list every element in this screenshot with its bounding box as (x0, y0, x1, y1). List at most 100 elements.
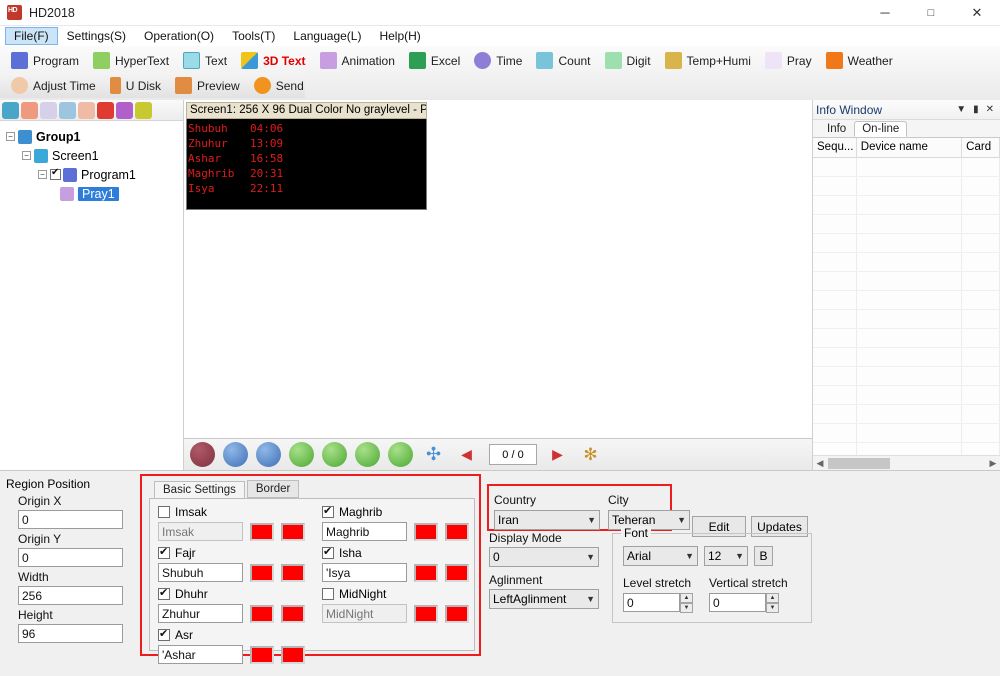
imsak-name-input[interactable] (158, 522, 243, 541)
vertical-stretch-spin-buttons[interactable]: ▲ ▼ (766, 593, 779, 613)
ribbon-send-button[interactable]: Send (247, 74, 311, 97)
info-horizontal-scrollbar[interactable]: ◀ ▶ (813, 455, 1000, 470)
ribbon-text-button[interactable]: Text (176, 49, 234, 72)
spin-up-icon[interactable]: ▲ (680, 593, 693, 603)
column-card[interactable]: Card (962, 138, 1000, 157)
ribbon-weather-button[interactable]: Weather (819, 49, 900, 72)
prayer-asr-checkbox-row[interactable]: Asr (158, 626, 311, 643)
asr-checkbox[interactable] (158, 627, 170, 641)
menu-help[interactable]: Help(H) (370, 27, 429, 45)
maghrib-color1-swatch[interactable] (414, 522, 438, 541)
tree-node-checkbox[interactable] (50, 167, 61, 180)
copy-screen-icon[interactable] (21, 101, 38, 119)
midnight-checkbox[interactable] (322, 587, 334, 600)
prayer-fajr-checkbox-row[interactable]: Fajr (158, 544, 311, 561)
pin-icon[interactable]: ▮ (973, 104, 979, 115)
isha-checkbox[interactable] (322, 545, 334, 559)
table-row[interactable] (813, 329, 1000, 348)
table-row[interactable] (813, 196, 1000, 215)
spin-up-icon[interactable]: ▲ (766, 593, 779, 603)
origin-y-input[interactable] (18, 548, 123, 567)
imsak-color2-swatch[interactable] (281, 522, 305, 541)
menu-language[interactable]: Language(L) (284, 27, 370, 45)
asr-name-input[interactable] (158, 645, 243, 664)
midnight-name-input[interactable] (322, 604, 407, 623)
tab-info[interactable]: Info (819, 121, 854, 137)
table-row[interactable] (813, 424, 1000, 443)
expander-icon[interactable]: − (6, 132, 15, 141)
bold-button[interactable]: B (754, 546, 773, 566)
table-row[interactable] (813, 291, 1000, 310)
maghrib-color2-swatch[interactable] (445, 522, 469, 541)
menu-settings[interactable]: Settings(S) (58, 27, 135, 45)
delete-icon[interactable] (97, 101, 114, 119)
table-row[interactable] (813, 234, 1000, 253)
led-display[interactable]: Shubuh 04:06 Zhuhur 13:09 Ashar 16:58 Ma… (186, 119, 427, 210)
ribbon-adjusttime-button[interactable]: Adjust Time (4, 74, 103, 97)
country-select[interactable]: Iran ▼ (494, 510, 600, 530)
prayer-dhuhr-checkbox-row[interactable]: Dhuhr (158, 585, 311, 602)
ribbon-udisk-button[interactable]: U Disk (103, 74, 168, 97)
spin-down-icon[interactable]: ▼ (680, 603, 693, 613)
fajr-color1-swatch[interactable] (250, 563, 274, 582)
fajr-color2-swatch[interactable] (281, 563, 305, 582)
ribbon-animation-button[interactable]: Animation (313, 49, 402, 72)
column-sequence[interactable]: Sequ... (813, 138, 857, 157)
spin-down-icon[interactable]: ▼ (766, 603, 779, 613)
new-screen-icon[interactable] (2, 101, 19, 119)
ribbon-pray-button[interactable]: Pray (758, 49, 819, 72)
tree-node-group1[interactable]: − Group1 (4, 127, 183, 146)
level-stretch-spin-buttons[interactable]: ▲ ▼ (680, 593, 693, 613)
midnight-color2-swatch[interactable] (445, 604, 469, 623)
fajr-checkbox[interactable] (158, 545, 170, 559)
maghrib-checkbox[interactable] (322, 504, 334, 518)
close-button[interactable]: ✕ (954, 0, 1000, 26)
font-family-select[interactable]: Arial ▼ (623, 546, 698, 566)
move-right-button[interactable] (322, 442, 347, 467)
dhuhr-checkbox[interactable] (158, 586, 170, 600)
prayer-imsak-checkbox-row[interactable]: Imsak (158, 503, 311, 520)
ribbon-excel-button[interactable]: Excel (402, 49, 467, 72)
chevron-down-icon[interactable]: ▼ (956, 104, 966, 115)
menu-operation[interactable]: Operation(O) (135, 27, 223, 45)
column-device-name[interactable]: Device name (857, 138, 963, 157)
expander-icon[interactable]: − (22, 151, 31, 160)
ribbon-hypertext-button[interactable]: HyperText (86, 49, 176, 72)
scroll-right-icon[interactable]: ▶ (986, 458, 1000, 469)
move-down-icon[interactable] (78, 101, 95, 119)
close-icon[interactable]: ✕ (986, 104, 994, 115)
ribbon-count-button[interactable]: Count (529, 49, 597, 72)
minimize-button[interactable]: ─ (862, 0, 908, 26)
next-button[interactable]: ▶ (545, 442, 570, 467)
fajr-name-input[interactable] (158, 563, 243, 582)
asr-color2-swatch[interactable] (281, 645, 305, 664)
tab-border[interactable]: Border (246, 480, 300, 498)
tree-node-program1[interactable]: − Program1 (4, 165, 183, 184)
expander-icon[interactable]: − (38, 170, 47, 179)
tab-online[interactable]: On-line (854, 121, 908, 137)
move-up-button[interactable] (355, 442, 380, 467)
ribbon-3dtext-button[interactable]: 3D Text (234, 49, 312, 72)
menu-tools[interactable]: Tools(T) (223, 27, 284, 45)
display-mode-select[interactable]: 0 ▼ (489, 547, 599, 567)
maghrib-name-input[interactable] (322, 522, 407, 541)
prayer-midnight-checkbox-row[interactable]: MidNight (322, 585, 475, 602)
refresh-button[interactable]: ✻ (578, 442, 603, 467)
isha-color2-swatch[interactable] (445, 563, 469, 582)
move-down-button[interactable] (388, 442, 413, 467)
prayer-maghrib-checkbox-row[interactable]: Maghrib (322, 503, 475, 520)
ribbon-time-button[interactable]: Time (467, 49, 529, 72)
ribbon-digit-button[interactable]: Digit (598, 49, 658, 72)
width-input[interactable] (18, 586, 123, 605)
tree-node-pray1[interactable]: Pray1 (4, 184, 183, 203)
prev-button[interactable]: ◀ (454, 442, 479, 467)
prayer-isha-checkbox-row[interactable]: Isha (322, 544, 475, 561)
table-row[interactable] (813, 253, 1000, 272)
scroll-left-icon[interactable]: ◀ (813, 458, 827, 469)
alignment-select[interactable]: LeftAglinment ▼ (489, 589, 599, 609)
height-input[interactable] (18, 624, 123, 643)
ribbon-preview-button[interactable]: Preview (168, 74, 247, 97)
menu-file[interactable]: File(F) (5, 27, 58, 45)
table-row[interactable] (813, 272, 1000, 291)
ribbon-program-button[interactable]: Program (4, 49, 86, 72)
